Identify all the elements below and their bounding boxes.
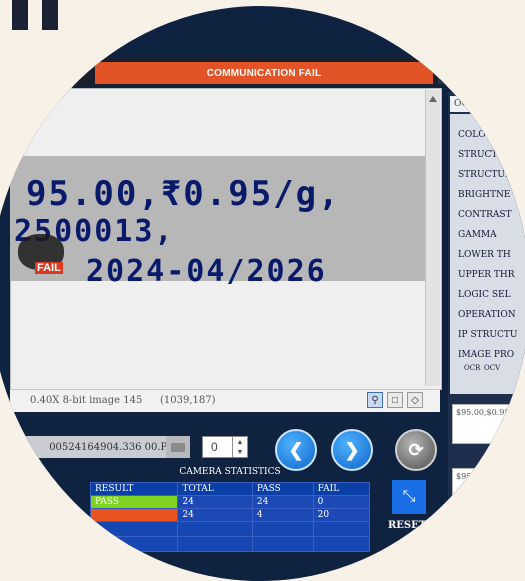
collapse-arrows-icon[interactable]: ⤡ xyxy=(392,480,426,514)
folder-icon[interactable] xyxy=(166,436,190,458)
setting-item[interactable]: LOWER TH xyxy=(458,250,511,260)
setting-item[interactable]: IMAGE PRO xyxy=(458,350,514,360)
setting-item[interactable]: CONTRAST xyxy=(458,210,512,220)
refresh-icon[interactable]: ⟳ xyxy=(395,429,437,471)
row-total: 24 xyxy=(177,495,253,509)
tab-ocr[interactable]: OCR/OC xyxy=(450,96,525,112)
chevron-right-icon[interactable]: ❯ xyxy=(331,429,373,471)
spinner-down-icon[interactable]: ▼ xyxy=(237,449,244,456)
col-fail: FAIL xyxy=(312,482,371,496)
row-result: PASS xyxy=(89,495,179,509)
ocr-line-1: 95.00,₹0.95/g, xyxy=(26,174,341,214)
pause-glyph-right xyxy=(42,0,58,30)
fail-overlay-label: FAIL xyxy=(35,262,63,274)
setting-item[interactable]: LOGIC SEL xyxy=(458,290,511,300)
reset-button[interactable]: RESET xyxy=(388,520,426,531)
sub-tab-ocv[interactable]: OCV xyxy=(484,364,500,372)
spinner-value: 0 xyxy=(211,440,218,454)
cursor-coords: (1039,187) xyxy=(160,395,216,406)
row-fail: 20 xyxy=(312,508,371,522)
scroll-up-icon[interactable] xyxy=(429,96,437,102)
row-result xyxy=(89,508,179,522)
communication-alert: COMMUNICATION FAIL xyxy=(95,62,433,84)
zoom-info: 0.40X 8-bit image 145 xyxy=(30,395,143,406)
rectangle-icon[interactable]: □ xyxy=(387,392,403,408)
setting-item[interactable]: OPERATION xyxy=(458,310,516,320)
col-total: TOTAL xyxy=(177,482,253,496)
spinner-up-icon[interactable]: ▲ xyxy=(237,439,244,446)
setting-item[interactable]: UPPER THR xyxy=(458,270,515,280)
setting-item[interactable]: GAMMA xyxy=(458,230,497,240)
index-spinner[interactable]: 0 ▲ ▼ xyxy=(202,436,248,458)
setting-item[interactable]: COLOR PLA xyxy=(458,130,514,140)
sub-tab-ocr[interactable]: OCR xyxy=(464,364,480,372)
stats-title: CAMERA STATISTICS xyxy=(179,467,281,477)
date-display: 30/05/2 xyxy=(438,62,525,84)
col-pass: PASS xyxy=(251,482,314,496)
result-text-box[interactable]: $95.00,$0.95/ xyxy=(452,404,525,444)
photo-lens-crop: COMMUNICATION FAIL 30/05/2 95.00,₹0.95/g… xyxy=(0,6,525,581)
table-row xyxy=(89,536,371,552)
camera-stats-table: RESULT TOTAL PASS FAIL PASS 24 24 0 24 4… xyxy=(89,482,371,552)
table-row xyxy=(89,521,371,537)
diamond-icon[interactable]: ◇ xyxy=(407,392,423,408)
setting-item[interactable]: STRUCTUR xyxy=(458,170,512,180)
vertical-scrollbar[interactable] xyxy=(425,90,440,386)
row-fail: 0 xyxy=(312,495,371,509)
table-row: 24 4 20 xyxy=(89,508,371,522)
magnifier-icon[interactable]: ⚲ xyxy=(367,392,383,408)
setting-item[interactable]: BRIGHTNE xyxy=(458,190,510,200)
row-total: 24 xyxy=(177,508,253,522)
col-result: RESULT xyxy=(89,482,179,496)
table-row: PASS 24 24 0 xyxy=(89,495,371,509)
setting-item[interactable]: IP STRUCTU xyxy=(458,330,517,340)
result-text-box-2[interactable]: $95.00,$0.9 xyxy=(452,468,525,508)
filename-field[interactable]: 00524164904.336 00.PNG xyxy=(10,436,190,458)
setting-item[interactable]: STRUCTUR xyxy=(458,150,512,160)
ocr-line-3: 2024-04/2026 xyxy=(86,254,327,289)
spinner-arrows[interactable]: ▲ ▼ xyxy=(232,437,247,457)
monitor-screen: COMMUNICATION FAIL 30/05/2 95.00,₹0.95/g… xyxy=(0,6,525,581)
chevron-left-icon[interactable]: ❮ xyxy=(275,429,317,471)
row-pass: 4 xyxy=(251,508,314,522)
pause-glyph-left xyxy=(12,0,28,30)
row-pass: 24 xyxy=(251,495,314,509)
